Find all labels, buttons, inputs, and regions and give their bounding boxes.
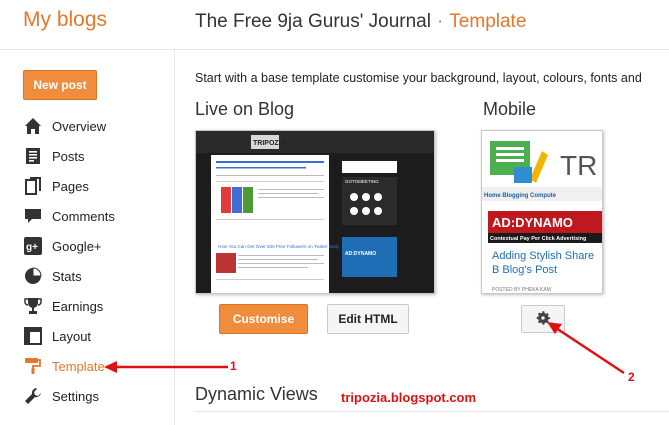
dynamic-views-divider bbox=[195, 411, 669, 412]
pages-icon bbox=[23, 176, 43, 196]
sidebar-item-earnings[interactable]: Earnings bbox=[23, 294, 173, 318]
stats-pie-icon bbox=[23, 266, 43, 286]
mobile-template-preview[interactable]: TR Home Blogging Compute AD:DYNAMO Conte… bbox=[481, 130, 603, 294]
mobile-logo-text: TR bbox=[560, 150, 597, 181]
sidebar-item-label: Comments bbox=[52, 208, 115, 224]
sidebar-item-overview[interactable]: Overview bbox=[23, 114, 173, 138]
customise-button[interactable]: Customise bbox=[219, 304, 308, 334]
sidebar-item-label: Overview bbox=[52, 118, 107, 134]
sidebar-item-label: Posts bbox=[52, 148, 85, 164]
sidebar-item-label: Earnings bbox=[52, 298, 104, 314]
live-logo-text: TRIPOZIA bbox=[253, 140, 286, 147]
home-icon bbox=[23, 116, 43, 136]
annotation-label-1: 1 bbox=[230, 359, 237, 373]
sidebar-item-label: Stats bbox=[52, 268, 82, 284]
trophy-icon bbox=[23, 296, 43, 316]
layout-icon bbox=[23, 326, 43, 346]
mobile-post-title: Adding Stylish Share B Blog's Post bbox=[492, 250, 595, 276]
sidebar-item-settings[interactable]: Settings bbox=[23, 384, 173, 408]
sidebar-item-label: Google+ bbox=[52, 238, 102, 254]
comments-icon bbox=[23, 206, 43, 226]
sidebar-divider bbox=[174, 50, 175, 425]
brand-my-blogs[interactable]: My blogs bbox=[23, 8, 107, 32]
sidebar-item-label: Layout bbox=[52, 328, 92, 344]
live-template-preview[interactable]: TRIPOZIA How You Can Get Over 500 Free F… bbox=[195, 130, 435, 294]
posts-icon bbox=[23, 146, 43, 166]
sidebar-item-google-plus[interactable]: g+ Google+ bbox=[23, 234, 173, 258]
paint-roller-icon bbox=[23, 356, 43, 376]
google-plus-icon: g+ bbox=[23, 236, 43, 256]
annotation-arrow-2 bbox=[555, 326, 625, 375]
blog-title: The Free 9ja Gurus' Journal bbox=[195, 11, 431, 32]
live-post-title: How You Can Get Over 500 Free Followers … bbox=[218, 244, 340, 249]
mobile-ad-subtitle: Contextual Pay Per Click Advertising bbox=[490, 236, 586, 242]
mobile-ad-title: AD:DYNAMO bbox=[492, 215, 573, 230]
sidebar-item-pages[interactable]: Pages bbox=[23, 174, 173, 198]
sidebar-item-template[interactable]: Template bbox=[23, 354, 173, 378]
header-divider bbox=[0, 49, 669, 50]
sidebar-item-comments[interactable]: Comments bbox=[23, 204, 173, 228]
annotation-label-2: 2 bbox=[628, 370, 635, 384]
wrench-icon bbox=[23, 386, 43, 406]
mobile-byline: POSTED BY PHEKA KAM bbox=[492, 287, 551, 293]
mobile-nav-text: Home Blogging Compute bbox=[484, 193, 557, 199]
live-side-label-2: AD:DYNAMO bbox=[345, 251, 376, 257]
sidebar-item-label: Settings bbox=[52, 388, 99, 404]
sidebar-item-label: Pages bbox=[52, 178, 89, 194]
mobile-settings-button[interactable] bbox=[521, 305, 565, 333]
intro-text: Start with a base template customise you… bbox=[195, 71, 642, 85]
sidebar-item-layout[interactable]: Layout bbox=[23, 324, 173, 348]
mobile-heading: Mobile bbox=[483, 99, 537, 119]
page-title: The Free 9ja Gurus' Journal · Template bbox=[195, 11, 526, 33]
section-title: Template bbox=[449, 11, 527, 32]
dynamic-views-heading: Dynamic Views bbox=[195, 384, 318, 404]
title-separator: · bbox=[436, 11, 444, 32]
live-on-blog-heading: Live on Blog bbox=[195, 99, 295, 119]
sidebar-item-stats[interactable]: Stats bbox=[23, 264, 173, 288]
svg-text:g+: g+ bbox=[26, 242, 38, 253]
live-side-label-1: GOTOMEETING bbox=[345, 179, 379, 184]
sidebar-item-posts[interactable]: Posts bbox=[23, 144, 173, 168]
edit-html-button[interactable]: Edit HTML bbox=[327, 304, 409, 334]
sidebar-item-label: Template bbox=[52, 358, 105, 374]
watermark-text: tripozia.blogspot.com bbox=[341, 390, 477, 405]
gear-icon bbox=[534, 309, 552, 330]
new-post-button[interactable]: New post bbox=[23, 70, 97, 100]
